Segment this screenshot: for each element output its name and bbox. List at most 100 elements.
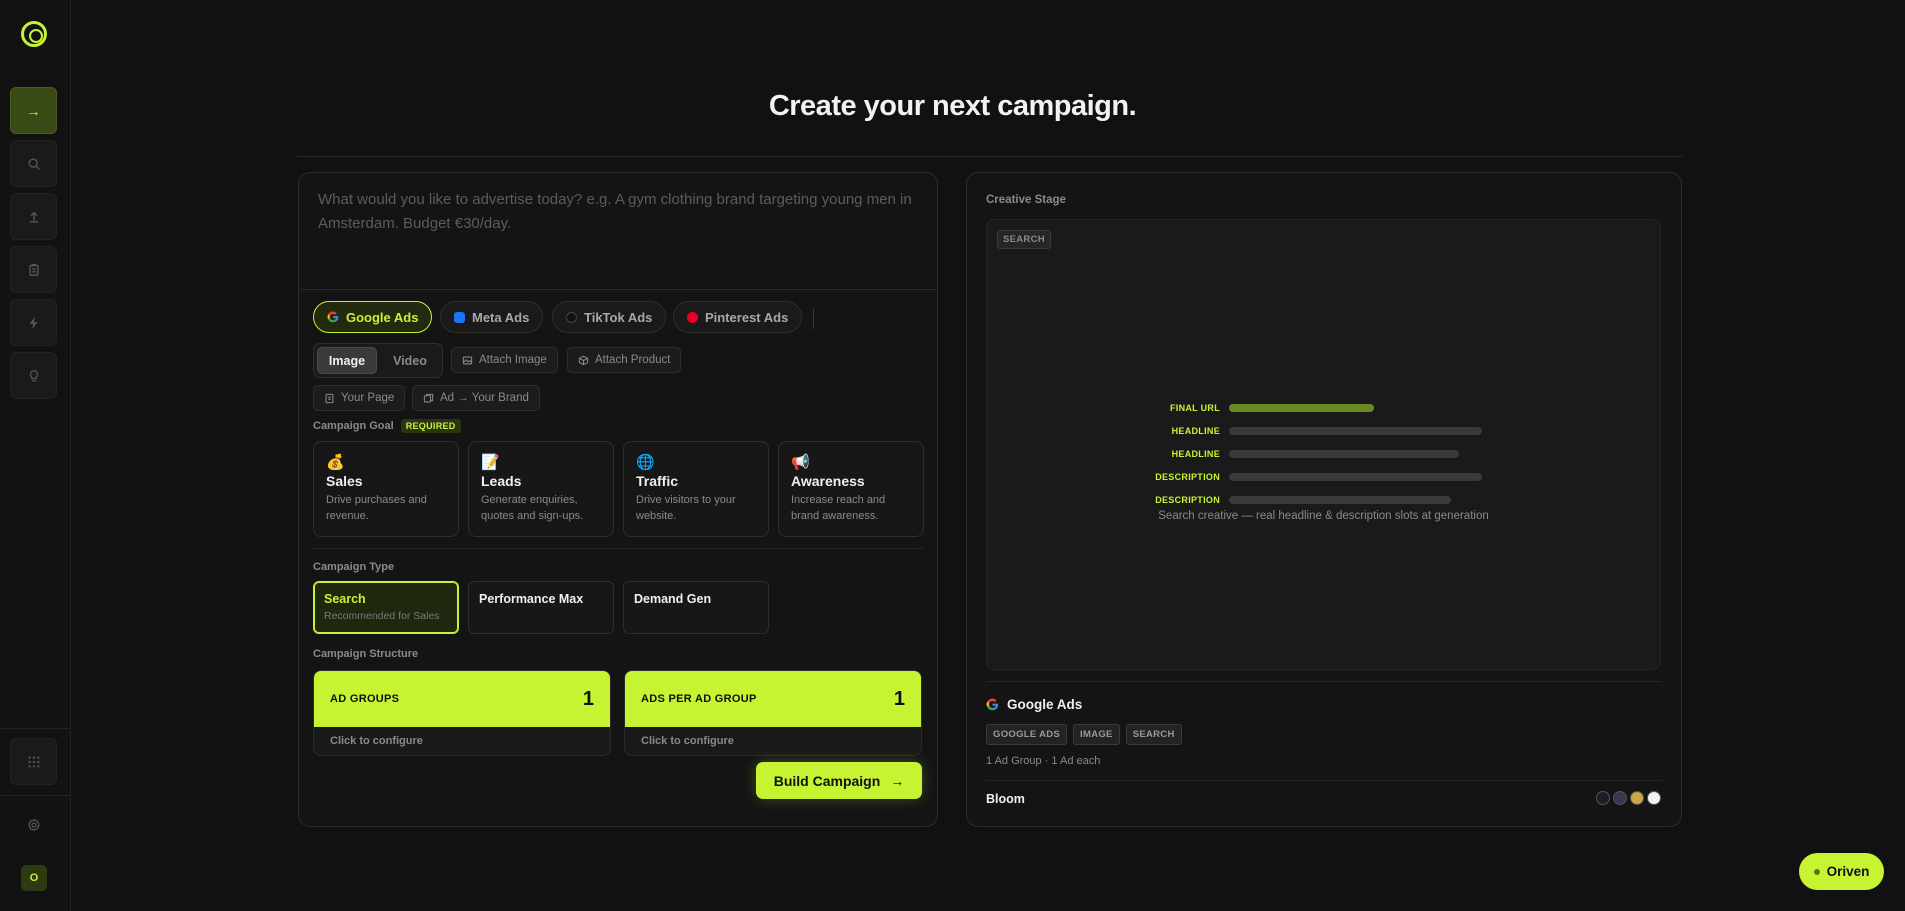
section-divider	[313, 548, 923, 549]
apps-grid-icon[interactable]	[10, 738, 57, 785]
summary-tag: IMAGE	[1073, 724, 1120, 745]
tiktok-icon	[566, 311, 577, 323]
slot-bar	[1229, 427, 1482, 435]
platform-label: TikTok Ads	[584, 309, 653, 325]
stage-type-tag: SEARCH	[997, 230, 1051, 249]
sidebar: → O	[0, 0, 71, 911]
summary-tag: GOOGLE ADS	[986, 724, 1068, 745]
search-icon[interactable]	[10, 140, 57, 187]
goal-card-sales[interactable]: 💰 Sales Drive purchases and revenue.	[313, 441, 459, 537]
build-campaign-button[interactable]: Build Campaign →	[756, 762, 922, 799]
copy-icon	[423, 393, 434, 402]
summary-platform: Google Ads	[986, 697, 1082, 712]
lightning-icon[interactable]	[10, 299, 57, 346]
page-icon	[325, 393, 334, 403]
ads-per-group-card[interactable]: ADS PER AD GROUP 1 Click to configure	[624, 670, 922, 756]
slot-label: HEADLINE	[1171, 449, 1220, 459]
color-swatch[interactable]	[1630, 791, 1644, 805]
campaign-type-subtitle: Recommended for Sales	[324, 610, 440, 622]
ad-groups-value: 1	[582, 687, 594, 710]
goal-description: Increase reach and brand awareness.	[791, 494, 886, 522]
color-swatch[interactable]	[1613, 791, 1627, 805]
pinterest-icon	[687, 311, 698, 323]
prompt-input[interactable]: What would you like to advertise today? …	[318, 188, 918, 236]
campaign-builder-panel: What would you like to advertise today? …	[298, 172, 938, 827]
google-icon	[986, 698, 999, 711]
slot-label: DESCRIPTION	[1155, 472, 1220, 482]
sidebar-divider	[0, 795, 71, 796]
prompt-divider	[299, 289, 937, 290]
upload-icon[interactable]	[10, 193, 57, 240]
campaign-structure-label: Campaign Structure	[313, 648, 419, 660]
ad-to-brand-label: Ad → Your Brand	[440, 392, 529, 404]
ads-per-group-label: ADS PER AD GROUP	[641, 693, 757, 705]
money-bag-icon: 💰	[326, 454, 345, 471]
your-page-label: Your Page	[341, 392, 395, 404]
platform-divider	[813, 309, 814, 329]
color-swatch[interactable]	[1596, 791, 1610, 805]
media-video-button[interactable]: Video	[380, 347, 440, 374]
ad-groups-card[interactable]: AD GROUPS 1 Click to configure	[313, 670, 611, 756]
color-swatch[interactable]	[1647, 791, 1661, 805]
assistant-button[interactable]: Oriven	[1799, 853, 1884, 890]
slot-label: FINAL URL	[1169, 403, 1220, 413]
megaphone-icon: 📢	[791, 454, 810, 471]
memo-icon: 📝	[481, 454, 500, 471]
required-badge: REQUIRED	[400, 419, 461, 433]
assistant-label: Oriven	[1826, 864, 1870, 879]
brand-name: Bloom	[986, 792, 1025, 806]
platform-tab-google[interactable]: Google Ads	[313, 301, 433, 333]
summary-tags: GOOGLE ADS IMAGE SEARCH	[986, 724, 1182, 745]
media-image-button[interactable]: Image	[317, 347, 377, 374]
goal-card-awareness[interactable]: 📢 Awareness Increase reach and brand awa…	[778, 441, 924, 537]
lightbulb-icon[interactable]	[10, 352, 57, 399]
box-icon	[578, 355, 589, 365]
campaign-type-label: Campaign Type	[313, 561, 395, 573]
summary-meta: 1 Ad Group · 1 Ad each	[986, 755, 1101, 767]
summary-platform-label: Google Ads	[1007, 697, 1083, 712]
platform-tab-meta[interactable]: Meta Ads	[440, 301, 544, 333]
slot-bar	[1229, 450, 1459, 458]
creative-preview-panel: Creative Stage SEARCH FINAL URL HEADLINE H…	[966, 172, 1682, 827]
campaign-type-performance-max[interactable]: Performance Max	[468, 581, 614, 634]
goal-card-leads[interactable]: 📝 Leads Generate enquiries, quotes and s…	[468, 441, 614, 537]
platform-tab-tiktok[interactable]: TikTok Ads	[552, 301, 667, 333]
settings-icon[interactable]	[10, 801, 57, 848]
image-icon	[462, 356, 473, 364]
goal-card-traffic[interactable]: 🌐 Traffic Drive visitors to your website…	[623, 441, 769, 537]
ad-to-brand-button[interactable]: Ad → Your Brand	[412, 385, 540, 411]
goal-title: Sales	[326, 473, 363, 489]
clipboard-icon[interactable]	[10, 246, 57, 293]
campaign-type-search[interactable]: Search Recommended for Sales	[313, 581, 459, 634]
ads-per-group-value: 1	[893, 687, 905, 710]
page-title: Create your next campaign.	[768, 90, 1137, 122]
platform-label: Meta Ads	[472, 309, 530, 325]
stage-caption: Search creative — real headline & descri…	[1158, 510, 1489, 522]
ads-per-group-hint: Click to configure	[641, 735, 734, 747]
slot-label: DESCRIPTION	[1155, 495, 1220, 505]
brand-swatches	[1596, 791, 1661, 805]
slot-label: HEADLINE	[1171, 426, 1220, 436]
build-campaign-label: Build Campaign	[773, 772, 881, 789]
platform-label: Google Ads	[346, 309, 419, 325]
attach-product-button[interactable]: Attach Product	[567, 347, 682, 373]
avatar[interactable]: O	[21, 865, 47, 891]
creative-stage: SEARCH FINAL URL HEADLINE HEADLINE DESCRIPT…	[986, 219, 1661, 670]
ad-groups-hint: Click to configure	[330, 735, 423, 747]
panel-divider	[986, 681, 1662, 682]
app-logo[interactable]	[21, 21, 47, 47]
platform-tab-pinterest[interactable]: Pinterest Ads	[673, 301, 803, 333]
status-dot-icon	[1813, 868, 1820, 875]
goal-description: Generate enquiries, quotes and sign-ups.	[481, 494, 584, 522]
attach-image-button[interactable]: Attach Image	[451, 347, 558, 373]
campaign-type-title: Performance Max	[479, 592, 584, 606]
campaign-type-demand-gen[interactable]: Demand Gen	[623, 581, 769, 634]
attach-image-label: Attach Image	[479, 354, 547, 366]
goal-description: Drive visitors to your website.	[636, 494, 736, 522]
google-icon	[327, 311, 339, 323]
prompt-divider	[299, 291, 937, 292]
platform-label: Pinterest Ads	[705, 309, 789, 325]
creative-stage-label: Creative Stage	[986, 194, 1066, 206]
campaign-goal-text: Campaign Goal	[313, 420, 394, 432]
your-page-button[interactable]: Your Page	[313, 385, 406, 411]
